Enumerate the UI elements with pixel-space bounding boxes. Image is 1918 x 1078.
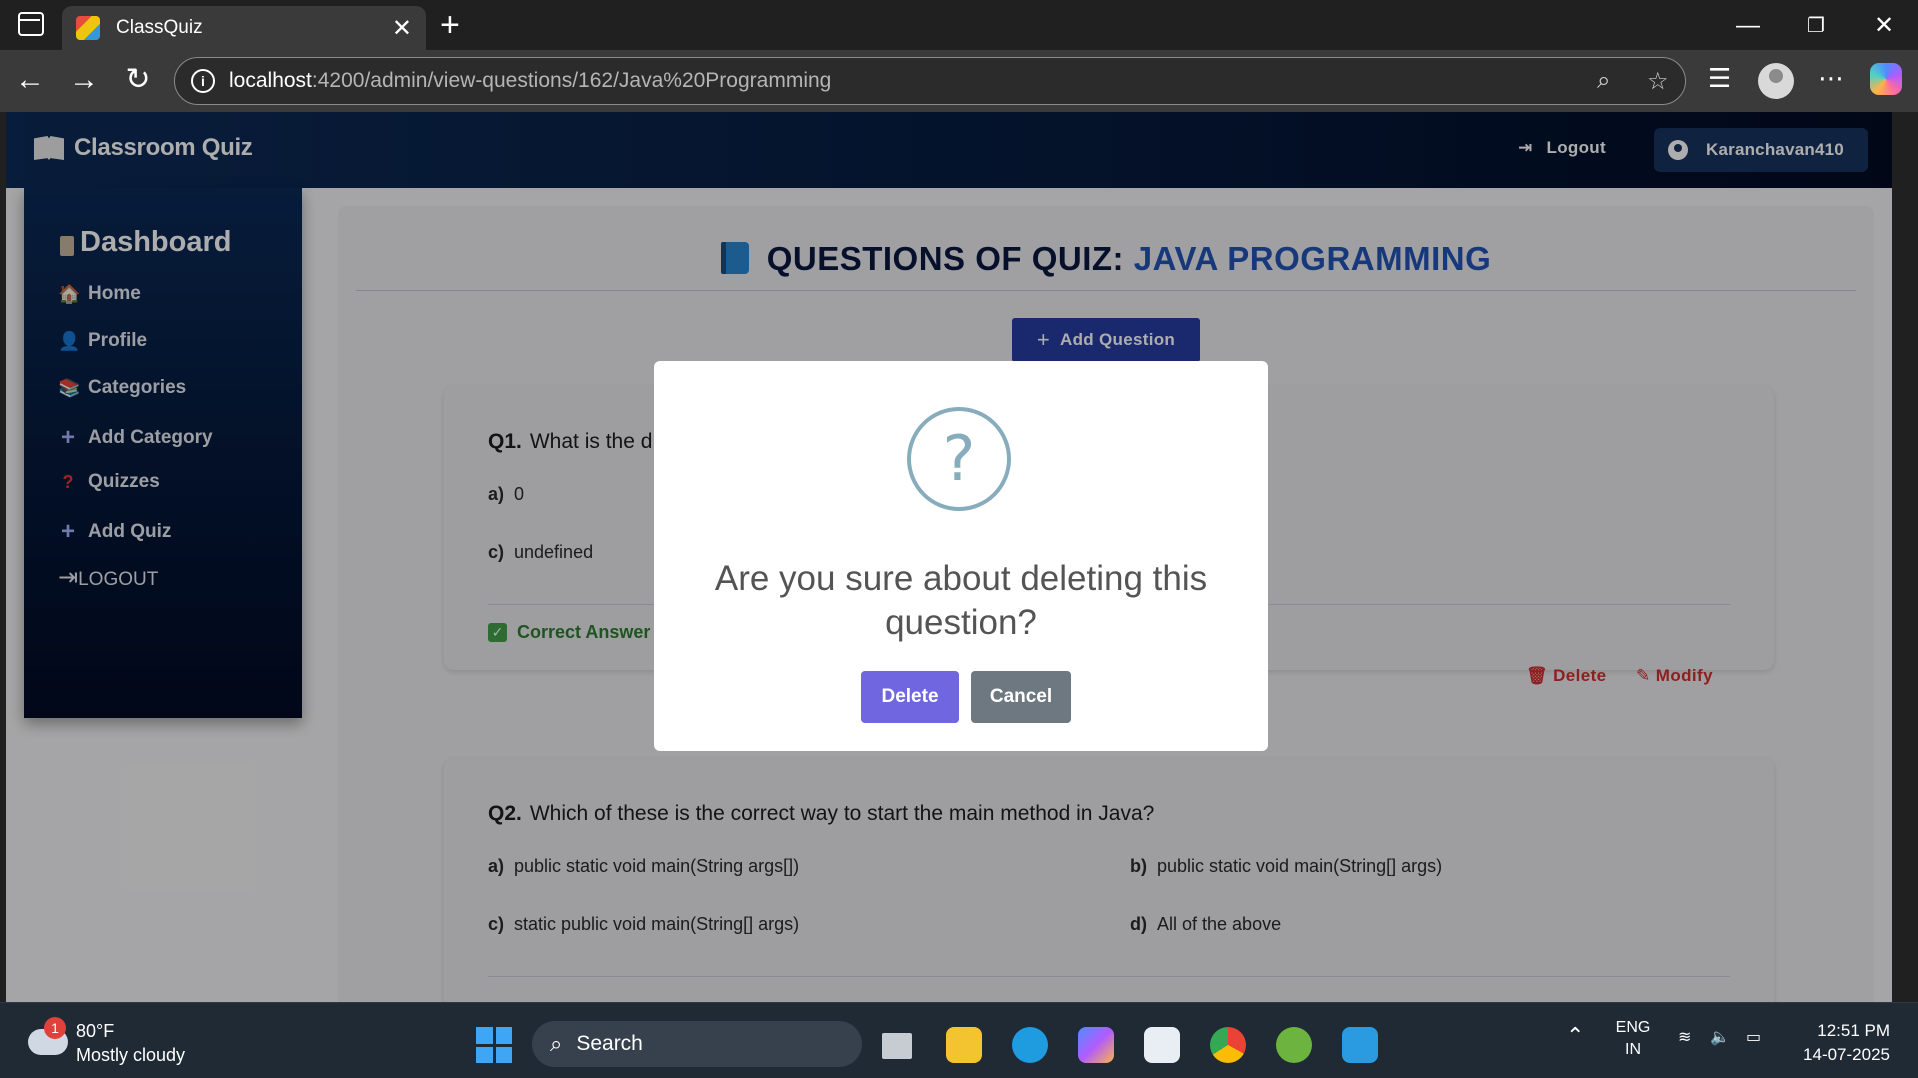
browser-tab[interactable]: ClassQuiz ✕ bbox=[62, 6, 426, 50]
address-toolbar: ← → ↻ i localhost:4200/admin/view-questi… bbox=[0, 50, 1918, 112]
confirm-delete-dialog: ? Are you sure about deleting this quest… bbox=[654, 361, 1268, 751]
restore-icon[interactable]: ❐ bbox=[1786, 6, 1846, 46]
chevron-up-icon[interactable]: ⌃ bbox=[1566, 1025, 1584, 1047]
temperature: 80°F bbox=[76, 1021, 115, 1041]
tab-title: ClassQuiz bbox=[116, 17, 203, 38]
close-window-icon[interactable]: ✕ bbox=[1854, 6, 1914, 46]
close-tab-icon[interactable]: ✕ bbox=[392, 14, 412, 43]
browser-tab-strip: ClassQuiz ✕ + — ❐ ✕ bbox=[0, 0, 1918, 50]
battery-icon[interactable]: ▭ bbox=[1746, 1027, 1761, 1049]
dialog-title: Are you sure about deleting this questio… bbox=[714, 559, 1208, 642]
task-view-icon[interactable] bbox=[882, 1033, 912, 1059]
chrome-icon[interactable] bbox=[1210, 1027, 1246, 1063]
url-text: localhost:4200/admin/view-questions/162/… bbox=[229, 69, 832, 92]
file-explorer-icon[interactable] bbox=[946, 1027, 982, 1063]
favorite-star-icon[interactable]: ☆ bbox=[1647, 67, 1669, 96]
new-tab-icon[interactable]: + bbox=[440, 6, 460, 45]
sidebar-toggle-icon[interactable] bbox=[18, 12, 44, 36]
notification-badge: 1 bbox=[44, 1017, 66, 1039]
favicon-icon bbox=[76, 16, 100, 40]
forward-icon[interactable]: → bbox=[64, 62, 104, 98]
weather-condition: Mostly cloudy bbox=[76, 1045, 186, 1065]
start-button[interactable] bbox=[476, 1027, 512, 1063]
spring-tools-icon[interactable] bbox=[1276, 1027, 1312, 1063]
address-bar[interactable]: i localhost:4200/admin/view-questions/16… bbox=[174, 57, 1686, 105]
page-viewport: Classroom Quiz ⇥ Logout Karanchavan410 Da… bbox=[6, 112, 1892, 1002]
edge-icon[interactable] bbox=[1012, 1027, 1048, 1063]
favorites-list-icon[interactable]: ☰ bbox=[1708, 63, 1731, 94]
clock[interactable]: 12:51 PM 14-07-2025 bbox=[1790, 1019, 1890, 1067]
back-icon[interactable]: ← bbox=[10, 62, 50, 98]
more-options-icon[interactable]: ⋯ bbox=[1818, 63, 1844, 94]
minimize-icon[interactable]: — bbox=[1718, 6, 1778, 46]
confirm-delete-button[interactable]: Delete bbox=[861, 671, 959, 723]
copilot-icon[interactable] bbox=[1870, 63, 1902, 95]
zoom-icon[interactable]: ⌕ bbox=[1597, 67, 1610, 95]
site-info-icon[interactable]: i bbox=[191, 69, 215, 93]
profile-avatar[interactable] bbox=[1758, 63, 1794, 99]
microsoft-store-icon[interactable] bbox=[1144, 1027, 1180, 1063]
cancel-button[interactable]: Cancel bbox=[971, 671, 1071, 723]
taskbar-search[interactable]: ⌕ Search bbox=[532, 1021, 862, 1067]
vscode-icon[interactable] bbox=[1342, 1027, 1378, 1063]
language-indicator[interactable]: ENG IN bbox=[1608, 1017, 1658, 1061]
copilot-app-icon[interactable] bbox=[1078, 1027, 1114, 1063]
search-icon: ⌕ bbox=[550, 1031, 563, 1056]
reload-icon[interactable]: ↻ bbox=[118, 62, 158, 98]
taskbar: 1 80°F Mostly cloudy ⌕ Search ⌃ ENG IN ≋… bbox=[0, 1002, 1918, 1078]
wifi-icon[interactable]: ≋ bbox=[1678, 1027, 1691, 1049]
question-circle-icon: ? bbox=[907, 407, 1011, 511]
volume-icon[interactable]: 🔈 bbox=[1710, 1027, 1730, 1049]
